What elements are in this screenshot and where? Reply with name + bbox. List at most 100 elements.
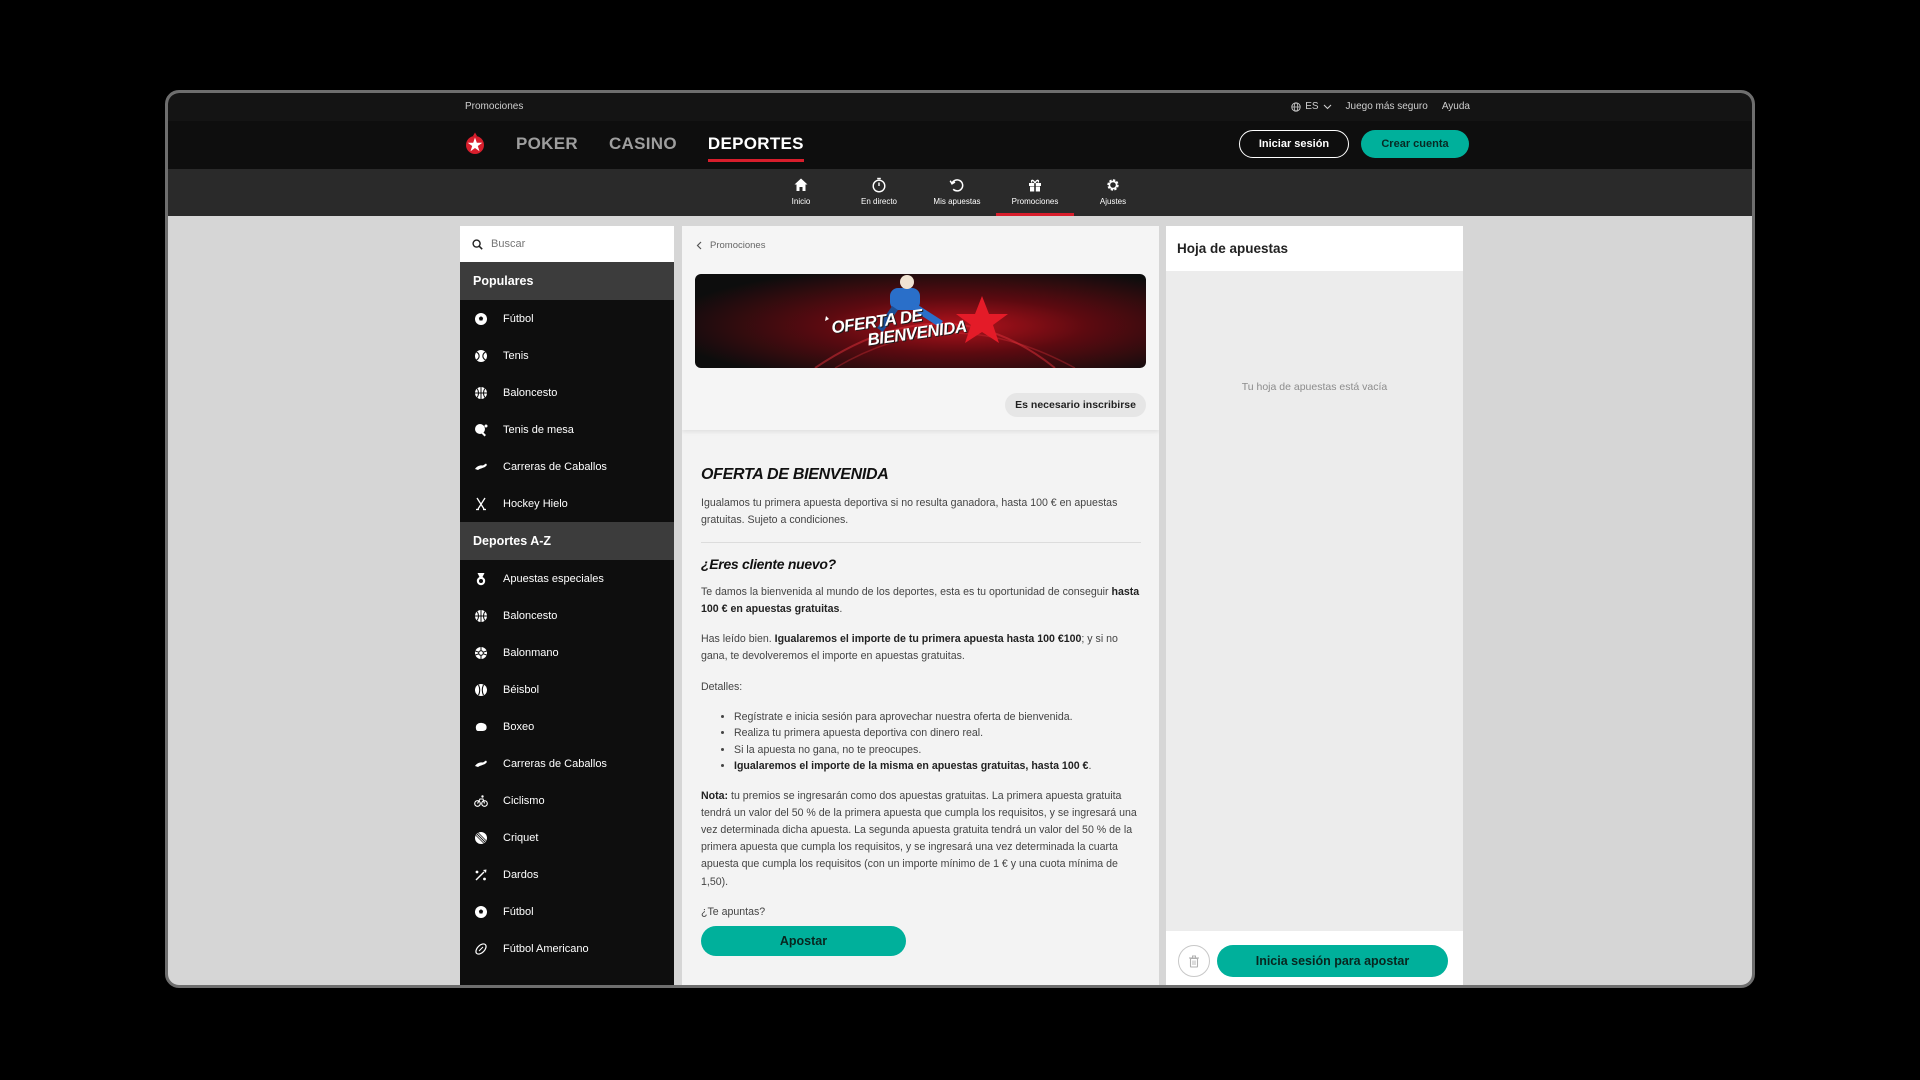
sidebar-item-label: Fútbol	[503, 312, 534, 325]
sidebar-item-hockey-hielo[interactable]: Hockey Hielo	[460, 485, 674, 522]
medal-icon	[474, 572, 488, 586]
sidebar-item-ciclismo[interactable]: Ciclismo	[460, 782, 674, 819]
registration-required-badge: Es necesario inscribirse	[1005, 393, 1146, 417]
note-paragraph: Nota: tu premios se ingresarán como dos …	[701, 788, 1141, 891]
utility-breadcrumb[interactable]: Promociones	[465, 101, 523, 112]
basketball-icon	[474, 386, 488, 400]
subnav-home-label: Inicio	[791, 197, 811, 206]
sidebar-item-carreras-de-caballos-az[interactable]: Carreras de Caballos	[460, 745, 674, 782]
basketball-icon	[474, 609, 488, 623]
sidebar-item-criquet[interactable]: Criquet	[460, 819, 674, 856]
promotion-article: OFERTA DE BIENVENIDA Igualamos tu primer…	[701, 462, 1141, 956]
chevron-down-icon	[1323, 104, 1331, 109]
sidebar-item-label: Ciclismo	[503, 794, 545, 807]
signin-to-bet-button[interactable]: Inicia sesión para apostar	[1217, 945, 1448, 977]
sidebar-item-label: Tenis	[503, 349, 529, 362]
content-breadcrumb-label: Promociones	[710, 240, 766, 251]
pokerstars-logo[interactable]	[463, 132, 487, 156]
paragraph-welcome-text: Te damos la bienvenida al mundo de los d…	[701, 585, 1112, 598]
baseball-icon	[474, 683, 488, 697]
sidebar-item-boxeo[interactable]: Boxeo	[460, 708, 674, 745]
safe-gaming-link[interactable]: Juego más seguro	[1346, 101, 1428, 112]
sidebar-item-label: Carreras de Caballos	[503, 757, 607, 770]
sidebar-item-apuestas-especiales[interactable]: Apuestas especiales	[460, 560, 674, 597]
sidebar-item-label: Criquet	[503, 831, 539, 844]
trash-icon	[1189, 955, 1199, 968]
sidebar-item-carreras-de-caballos[interactable]: Carreras de Caballos	[460, 448, 674, 485]
popular-section-title: Populares	[460, 262, 674, 300]
darts-icon	[474, 868, 488, 882]
az-section-title: Deportes A-Z	[460, 522, 674, 560]
details-list-item-bold: Igualaremos el importe de la misma en ap…	[734, 760, 1089, 773]
details-list-item-end: .	[1088, 760, 1092, 773]
sidebar-item-baloncesto[interactable]: Baloncesto	[460, 374, 674, 411]
sports-subnav: Inicio En directo Mis apuestas Promocion…	[168, 169, 1752, 216]
subnav-my-bets[interactable]: Mis apuestas	[918, 169, 996, 216]
paragraph-match: Has leído bien. Igualaremos el importe d…	[701, 631, 1141, 665]
subnav-live[interactable]: En directo	[840, 169, 918, 216]
subnav-home[interactable]: Inicio	[762, 169, 840, 216]
home-icon	[794, 178, 808, 191]
article-divider	[701, 542, 1141, 544]
sidebar-item-dardos[interactable]: Dardos	[460, 856, 674, 893]
sidebar-item-label: Balonmano	[503, 646, 559, 659]
main-header: POKER CASINO DEPORTES Iniciar sesión Cre…	[168, 121, 1752, 169]
sidebar-item-label: Boxeo	[503, 720, 535, 733]
sidebar-item-label: Baloncesto	[503, 386, 558, 399]
paragraph-match-text: Has leído bien.	[701, 633, 775, 646]
american-football-icon	[474, 942, 488, 956]
nav-poker[interactable]: POKER	[516, 134, 578, 154]
language-selector[interactable]: ES	[1291, 101, 1331, 112]
nav-deportes[interactable]: DEPORTES	[707, 134, 804, 162]
hockey-sticks-icon	[474, 497, 488, 511]
details-list-item: Igualaremos el importe de la misma en ap…	[734, 758, 1141, 775]
details-list: Regístrate e inicia sesión para aprovech…	[734, 709, 1141, 775]
bet-slip: Hoja de apuestas Tu hoja de apuestas est…	[1166, 226, 1463, 985]
bet-slip-title: Hoja de apuestas	[1166, 226, 1463, 271]
bicycle-icon	[474, 794, 488, 808]
paragraph-welcome-end: .	[839, 603, 843, 616]
handball-icon	[474, 646, 488, 660]
sidebar-item-tenis[interactable]: Tenis	[460, 337, 674, 374]
gear-icon	[1107, 179, 1119, 191]
sidebar-item-label: Fútbol	[503, 905, 534, 918]
sidebar-item-futbol[interactable]: Fútbol	[460, 300, 674, 337]
sidebar-item-futbol-az[interactable]: Fútbol	[460, 893, 674, 930]
promotion-content: Promociones OFERTA DE BIENVENIDA Es nece…	[682, 226, 1159, 985]
note-text: tu premios se ingresarán como dos apuest…	[701, 789, 1137, 888]
bet-button[interactable]: Apostar	[701, 925, 906, 956]
sidebar-item-baloncesto-az[interactable]: Baloncesto	[460, 597, 674, 634]
sidebar-item-label: Dardos	[503, 868, 539, 881]
sidebar-item-label: Carreras de Caballos	[503, 460, 607, 473]
sports-sidebar: Populares Fútbol Tenis Baloncesto Tenis …	[460, 226, 674, 985]
bet-slip-empty-message: Tu hoja de apuestas está vacía	[1241, 381, 1388, 393]
browser-window: Promociones ES Juego más seguro Ayuda PO…	[165, 90, 1755, 988]
sidebar-item-futbol-americano[interactable]: Fútbol Americano	[460, 930, 674, 967]
promotion-header-card: Promociones OFERTA DE BIENVENIDA Es nece…	[682, 226, 1159, 430]
sidebar-item-label: Hockey Hielo	[503, 497, 568, 510]
sidebar-item-label: Baloncesto	[503, 609, 558, 622]
horse-racing-icon	[474, 460, 488, 474]
sidebar-item-label: Fútbol Americano	[503, 942, 589, 955]
search-input[interactable]	[491, 238, 651, 250]
history-icon	[949, 179, 964, 192]
help-link[interactable]: Ayuda	[1442, 101, 1470, 112]
sidebar-item-tenis-de-mesa[interactable]: Tenis de mesa	[460, 411, 674, 448]
sidebar-item-label: Tenis de mesa	[503, 423, 574, 436]
note-label: Nota:	[701, 789, 729, 802]
subnav-promotions-label: Promociones	[1011, 197, 1059, 206]
details-list-item: Si la apuesta no gana, no te preocupes.	[734, 742, 1141, 759]
sidebar-item-beisbol[interactable]: Béisbol	[460, 671, 674, 708]
clear-bet-slip-button[interactable]	[1178, 945, 1210, 977]
content-breadcrumb[interactable]: Promociones	[696, 240, 765, 251]
subnav-settings[interactable]: Ajustes	[1074, 169, 1152, 216]
nav-casino[interactable]: CASINO	[609, 134, 677, 154]
boxing-glove-icon	[474, 720, 488, 734]
sidebar-search	[460, 226, 674, 262]
sidebar-item-balonmano[interactable]: Balonmano	[460, 634, 674, 671]
login-button[interactable]: Iniciar sesión	[1239, 130, 1349, 158]
subnav-promotions[interactable]: Promociones	[996, 169, 1074, 216]
create-account-button[interactable]: Crear cuenta	[1361, 130, 1469, 158]
paragraph-welcome: Te damos la bienvenida al mundo de los d…	[701, 584, 1141, 618]
sidebar-item-label: Béisbol	[503, 683, 540, 696]
